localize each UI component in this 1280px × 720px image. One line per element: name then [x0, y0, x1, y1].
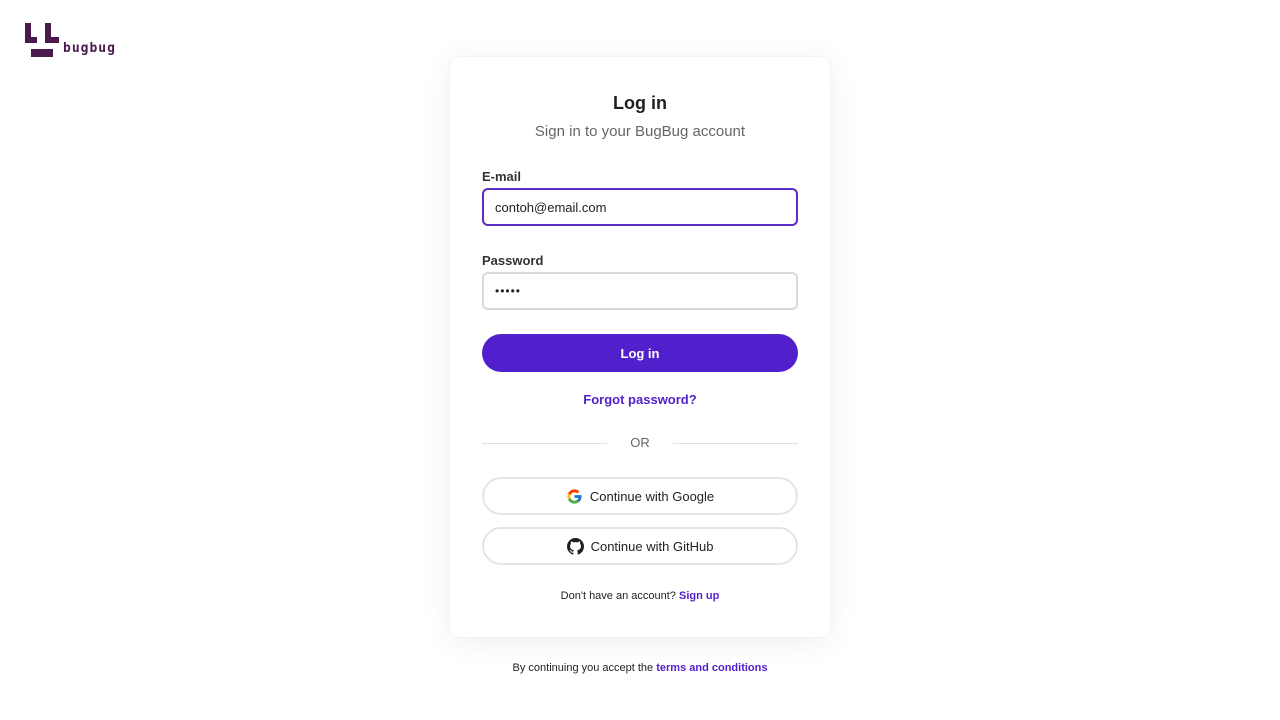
signup-row: Don't have an account? Sign up — [450, 590, 830, 602]
terms-link[interactable]: terms and conditions — [656, 662, 767, 674]
forgot-password-row: Forgot password? — [450, 392, 830, 407]
or-divider: OR — [482, 435, 798, 451]
signup-link[interactable]: Sign up — [679, 590, 719, 602]
password-value: ••••• — [495, 284, 522, 298]
page-subtitle: Sign in to your BugBug account — [534, 123, 746, 140]
bugbug-logo-icon — [25, 23, 59, 57]
password-field[interactable]: ••••• — [482, 272, 798, 310]
email-value: contoh@email.com — [495, 199, 607, 215]
google-icon — [567, 488, 582, 504]
google-login-label: Continue with Google — [589, 488, 715, 504]
terms-prefix: By continuing you accept the — [512, 662, 654, 674]
signup-prompt: Don't have an account? — [560, 590, 676, 602]
github-login-label: Continue with GitHub — [590, 538, 714, 554]
divider-text: OR — [630, 435, 650, 450]
brand-logo-text: bugbug — [63, 41, 116, 56]
github-icon — [566, 537, 584, 555]
brand-logo[interactable]: bugbug — [25, 23, 116, 57]
github-login-button[interactable]: Continue with GitHub — [482, 527, 798, 565]
login-card: Log in Sign in to your BugBug account E-… — [450, 57, 830, 637]
terms-notice: By continuing you accept the terms and c… — [0, 662, 1280, 674]
password-label: Password — [482, 253, 544, 268]
forgot-password-link[interactable]: Forgot password? — [583, 392, 696, 407]
email-label: E-mail — [482, 169, 522, 184]
google-login-button[interactable]: Continue with Google — [482, 477, 798, 515]
page-title: Log in — [613, 93, 667, 113]
login-button[interactable]: Log in — [482, 334, 798, 372]
email-field[interactable]: contoh@email.com — [482, 188, 798, 226]
